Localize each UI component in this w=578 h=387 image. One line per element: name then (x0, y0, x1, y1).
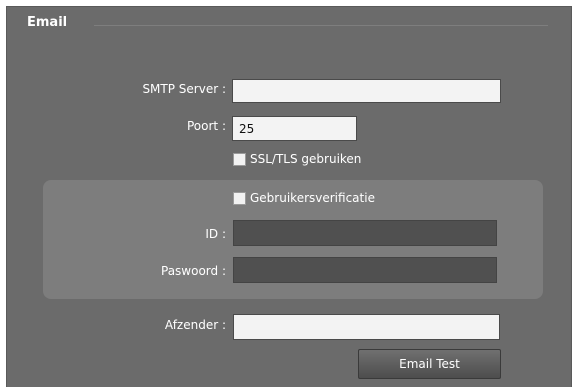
auth-label: Gebruikersverificatie (250, 191, 375, 205)
smtp-server-input[interactable] (232, 79, 501, 103)
ssl-tls-label: SSL/TLS gebruiken (250, 152, 362, 166)
password-label: Paswoord : (161, 264, 226, 278)
port-input[interactable] (232, 116, 357, 141)
ssl-tls-option[interactable]: SSL/TLS gebruiken (233, 152, 361, 166)
auth-checkbox[interactable] (233, 191, 246, 205)
id-label: ID : (205, 227, 226, 241)
port-label: Poort : (187, 119, 226, 133)
sender-input[interactable] (233, 314, 500, 340)
id-input[interactable] (233, 220, 497, 246)
password-input[interactable] (233, 257, 497, 283)
smtp-server-label: SMTP Server : (142, 82, 226, 96)
auth-option[interactable]: Gebruikersverificatie (233, 191, 375, 205)
section-divider (94, 25, 548, 26)
email-test-button[interactable]: Email Test (358, 349, 501, 379)
ssl-tls-checkbox[interactable] (233, 152, 246, 166)
sender-label: Afzender : (164, 318, 226, 332)
section-title: Email (27, 15, 68, 30)
